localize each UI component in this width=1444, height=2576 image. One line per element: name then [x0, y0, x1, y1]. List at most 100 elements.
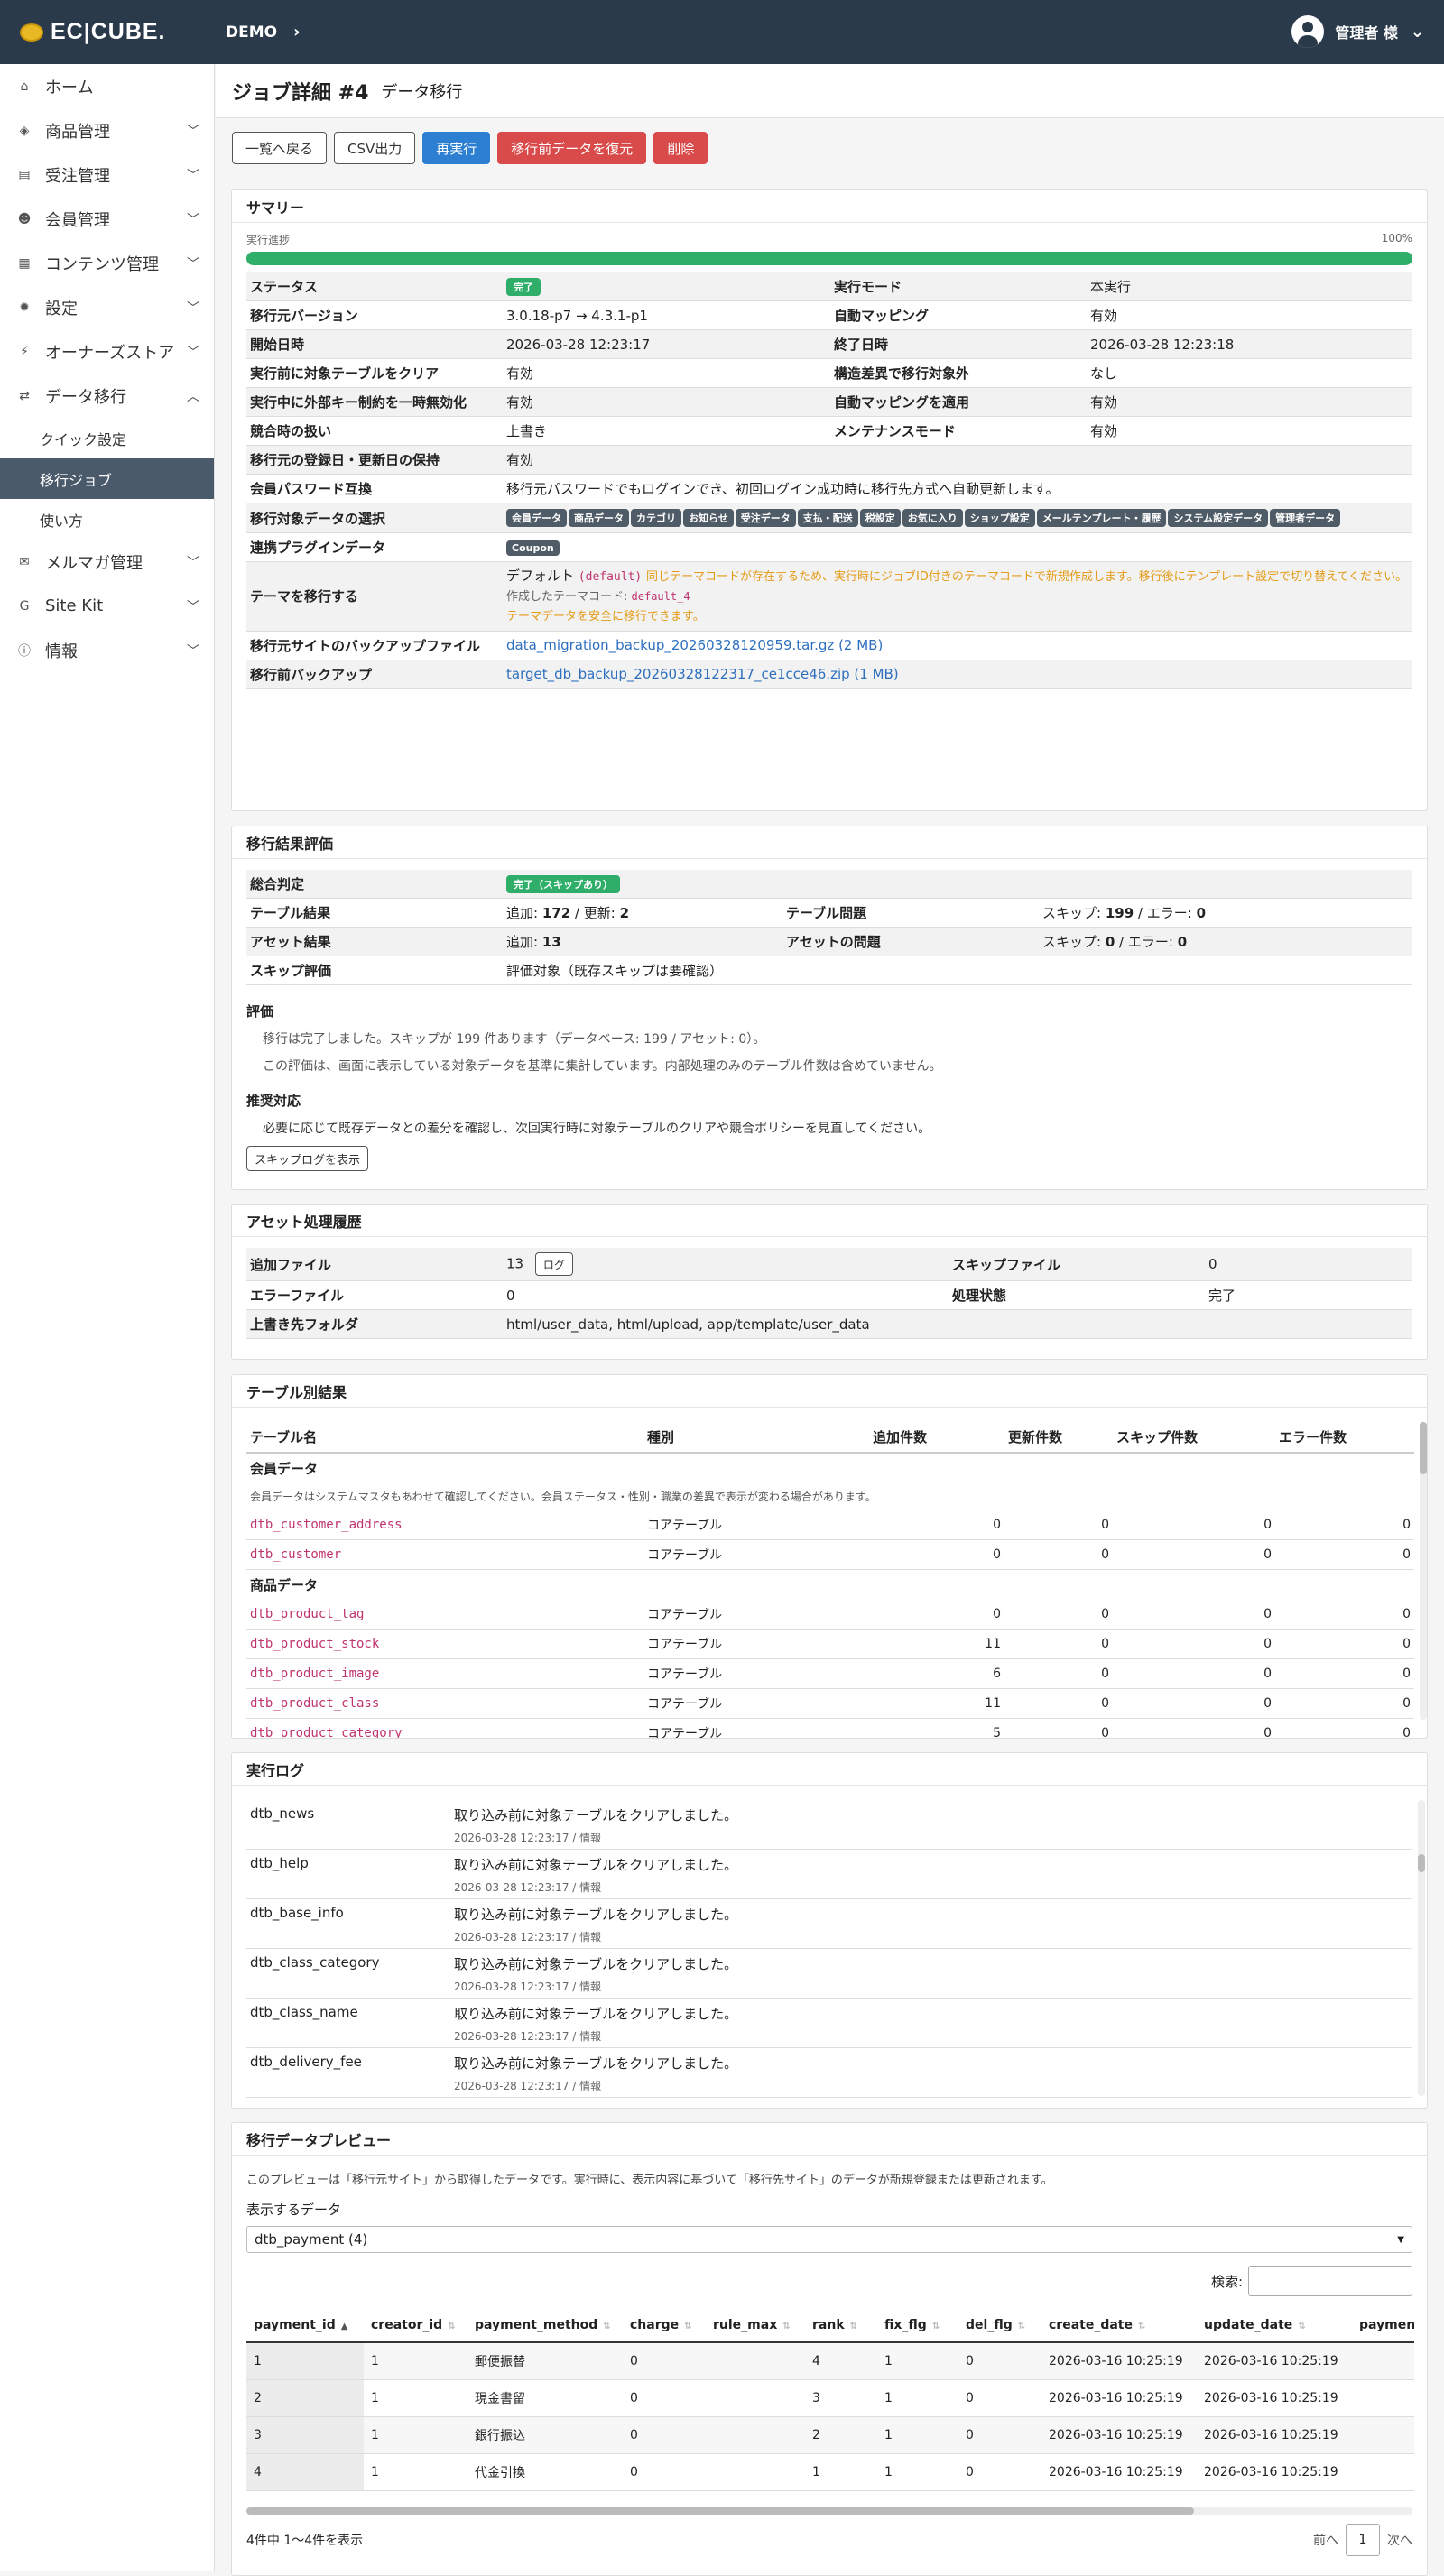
table-result-key: テーブル結果	[246, 898, 503, 928]
preview-column-payment-id[interactable]: payment_id ▲	[246, 2309, 364, 2343]
preview-column-rank[interactable]: rank ⇅	[805, 2309, 877, 2343]
scroll-thumb[interactable]	[1420, 1422, 1427, 1474]
column-header: 追加件数	[869, 1422, 1004, 1454]
sidebar-item-info[interactable]: ⓘ 情報 ﹀	[0, 628, 214, 672]
preview-cell: 1	[805, 2453, 877, 2491]
end-key: 終了日時	[830, 329, 1087, 359]
preview-column-payment-method[interactable]: payment_method ⇅	[467, 2309, 623, 2343]
table-row: dtb_product_stock コアテーブル 11 0 0 0	[246, 1629, 1414, 1659]
log-scroll-thumb[interactable]	[1418, 1854, 1425, 1872]
restore-button[interactable]: 移行前データを復元	[497, 132, 647, 164]
sidebar-subitem-0[interactable]: クイック設定	[0, 418, 214, 458]
src-backup-link[interactable]: data_migration_backup_20260328120959.tar…	[506, 637, 883, 653]
preview-cell: 2026-03-16 10:25:19	[1197, 2342, 1352, 2380]
sidebar-item-google[interactable]: G Site Kit ﹀	[0, 584, 214, 628]
sidebar-item-cube[interactable]: ◈ 商品管理 ﹀	[0, 108, 214, 152]
preview-cell	[1352, 2342, 1414, 2380]
preview-column-fix-flg[interactable]: fix_flg ⇅	[877, 2309, 958, 2343]
preview-cell: 2026-03-16 10:25:19	[1041, 2453, 1197, 2491]
preview-column-update-date[interactable]: update_date ⇅	[1197, 2309, 1352, 2343]
csv-export-button[interactable]: CSV出力	[334, 132, 416, 164]
column-header: 種別	[643, 1422, 869, 1454]
table-cell: 0	[1004, 1629, 1113, 1659]
sidebar-item-cart[interactable]: ▤ 受注管理 ﹀	[0, 152, 214, 197]
sidebar-item-gear[interactable]: ✹ 設定 ﹀	[0, 285, 214, 329]
group-row: 会員データ	[246, 1453, 1414, 1483]
select-key: 移行対象データの選択	[246, 503, 503, 533]
delete-button[interactable]: 削除	[653, 132, 708, 164]
preview-column-charge[interactable]: charge ⇅	[623, 2309, 706, 2343]
sidebar-item-plug[interactable]: ⚡ オーナーズストア ﹀	[0, 329, 214, 374]
search-input[interactable]	[1248, 2266, 1412, 2296]
sidebar-item-home[interactable]: ⌂ ホーム	[0, 64, 214, 108]
preview-info: 4件中 1〜4件を表示	[246, 2534, 364, 2548]
table-row: dtb_product_class コアテーブル 11 0 0 0	[246, 1688, 1414, 1719]
table-cell: 11	[869, 1629, 1004, 1659]
table-cell: 0	[1275, 1688, 1414, 1719]
preview-cell: 2026-03-16 10:25:19	[1041, 2416, 1197, 2454]
preview-cell: 1	[364, 2379, 467, 2417]
shop-link[interactable]: DEMO ›	[226, 23, 301, 42]
preview-hscrollbar[interactable]	[246, 2507, 1412, 2515]
sidebar-subitem-1[interactable]: 移行ジョブ	[0, 458, 214, 499]
log-row: dtb_class_name 取り込み前に対象テーブルをクリアしました。 2026-…	[246, 1999, 1412, 2048]
preview-column-creator-id[interactable]: creator_id ⇅	[364, 2309, 467, 2343]
back-to-list-button[interactable]: 一覧へ戻る	[232, 132, 328, 164]
log-table-name: dtb_class_name	[250, 2004, 358, 2020]
overall-badge: 完了（スキップあり）	[506, 874, 620, 893]
preview-column-rule-max[interactable]: rule_max ⇅	[706, 2309, 805, 2343]
table-results-scrollbar[interactable]	[1420, 1422, 1427, 1720]
asset-err-count: 0	[1177, 934, 1188, 950]
pre-backup-key: 移行前バックアップ	[246, 660, 503, 689]
user-menu[interactable]: 管理者 様 ⌄	[1291, 15, 1424, 48]
sidebar-item-shuffle[interactable]: ⇄ データ移行 ︿	[0, 374, 214, 418]
asset-add-count: 13	[542, 934, 561, 950]
logo-text: EC|CUBE.	[51, 19, 166, 44]
column-label: del_flg	[966, 2318, 1013, 2332]
logo[interactable]: EC|CUBE.	[20, 19, 226, 45]
sidebar-item-mail[interactable]: ✉ メルマガ管理 ﹀	[0, 540, 214, 584]
cart-icon: ▤	[18, 167, 31, 182]
pre-backup-link[interactable]: target_db_backup_20260328122317_ce1cce46…	[506, 666, 899, 682]
skip-log-button[interactable]: スキップログを表示	[246, 1146, 369, 1171]
log-row: dtb_class_category 取り込み前に対象テーブルをクリアしました。 2…	[246, 1949, 1412, 1999]
sidebar-item-users[interactable]: ☻ 会員管理 ﹀	[0, 197, 214, 241]
preview-column-payment[interactable]: payment_	[1352, 2309, 1414, 2343]
preview-column-del-flg[interactable]: del_flg ⇅	[958, 2309, 1041, 2343]
preview-cell: 0	[958, 2453, 1041, 2491]
page-1-button[interactable]: 1	[1346, 2524, 1380, 2556]
start-value: 2026-03-28 12:23:17	[503, 329, 830, 359]
preview-column-create-date[interactable]: create_date ⇅	[1041, 2309, 1197, 2343]
table-cell: 0	[869, 1600, 1004, 1630]
evaluation-card: 移行結果評価 総合判定 完了（スキップあり） テーブル結果 追加: 172 / 更新…	[231, 826, 1428, 1190]
summary-title: サマリー	[232, 190, 1427, 223]
sidebar-subitem-2[interactable]: 使い方	[0, 499, 214, 540]
sidebar-item-label: コンテンツ管理	[45, 254, 159, 274]
asset-log-button[interactable]: ログ	[534, 1252, 573, 1276]
password-key: 会員パスワード互換	[246, 474, 503, 503]
next-page-button[interactable]: 次へ	[1387, 2531, 1412, 2549]
version-value: 3.0.18-p7 → 4.3.1-p1	[503, 300, 830, 330]
plugin-tag: Coupon	[506, 540, 560, 556]
preview-hscroll-thumb[interactable]	[246, 2507, 1194, 2515]
conflict-key: 競合時の扱い	[246, 416, 503, 446]
sort-icon: ⇅	[849, 2322, 858, 2331]
data-select[interactable]: dtb_payment (4) ▼	[246, 2226, 1412, 2253]
preview-row: 3 1 銀行振込 0 2 1 0 2026-03-16 10:25:19 2026-03-16 …	[246, 2416, 1414, 2454]
log-scrollbar[interactable]	[1418, 1800, 1425, 2096]
data-tag: 税設定	[859, 509, 901, 527]
page-subtitle: データ移行	[381, 82, 463, 102]
rerun-button[interactable]: 再実行	[422, 132, 491, 164]
table-cell: 0	[1113, 1658, 1275, 1689]
skip-eval-key: スキップ評価	[246, 956, 503, 985]
chevron-down-icon: ﹀	[187, 300, 199, 316]
shop-name: DEMO	[226, 23, 278, 42]
select-label: 表示するデータ	[246, 2202, 342, 2218]
data-tag: お気に入り	[902, 509, 963, 527]
preview-cell: 0	[623, 2453, 706, 2491]
column-label: payment_	[1359, 2318, 1414, 2332]
sort-asc-icon: ▲	[340, 2322, 348, 2331]
prev-page-button[interactable]: 前へ	[1313, 2531, 1338, 2549]
preview-cell: 1	[877, 2416, 958, 2454]
sidebar-item-file[interactable]: ▦ コンテンツ管理 ﹀	[0, 241, 214, 285]
